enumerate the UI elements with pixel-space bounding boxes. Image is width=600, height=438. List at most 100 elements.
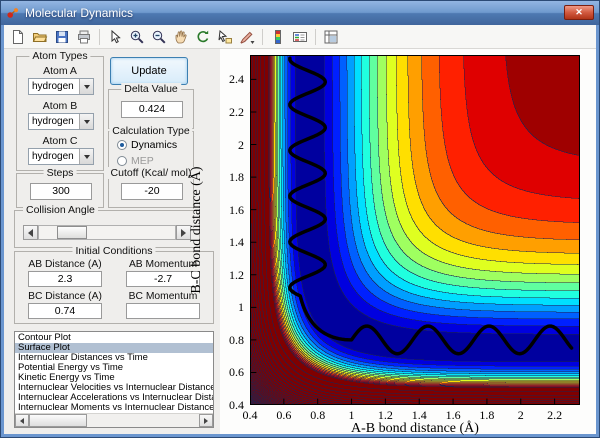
list-item[interactable]: Internuclear Distances vs Time <box>15 353 213 363</box>
print-figure-button[interactable] <box>74 27 94 47</box>
data-cursor-button[interactable] <box>215 27 235 47</box>
y-tick-label: 1.8 <box>215 171 244 183</box>
rotate-3d-button[interactable] <box>193 27 213 47</box>
toolbar-separator <box>99 29 100 45</box>
y-tick-label: 0.6 <box>215 366 244 378</box>
scrollbar-thumb[interactable] <box>29 414 87 427</box>
radio-icon[interactable] <box>117 140 127 150</box>
pan-icon <box>173 29 189 45</box>
slider-thumb[interactable] <box>57 226 87 239</box>
save-figure-icon <box>54 29 70 45</box>
y-tick-label: 2.4 <box>215 73 244 85</box>
atom-b-label: Atom B <box>17 100 103 112</box>
list-item[interactable]: Contour Plot <box>15 333 213 343</box>
y-tick-label: 0.8 <box>215 334 244 346</box>
y-tick-label: 1 <box>215 301 244 313</box>
pan-button[interactable] <box>171 27 191 47</box>
slider-left-arrow[interactable] <box>23 225 38 240</box>
atom-c-dropdown-value: hydrogen <box>32 151 77 162</box>
open-file-button[interactable] <box>30 27 50 47</box>
plot-tools-icon <box>323 29 339 45</box>
x-axis-ticks: 0.40.60.811.21.41.61.822.2 <box>250 408 580 422</box>
ab-distance-input[interactable]: 2.3 <box>28 271 102 287</box>
arrow-left-icon <box>24 229 33 237</box>
atom-b-dropdown-value: hydrogen <box>32 116 77 127</box>
ab-distance-label: AB Distance (A) <box>17 259 113 270</box>
toolbar-separator <box>262 29 263 45</box>
close-icon: ✕ <box>575 7 583 18</box>
collision-angle-panel-title: Collision Angle <box>23 204 98 216</box>
radio-mep[interactable]: MEP <box>117 155 154 167</box>
insert-legend-button[interactable] <box>290 27 310 47</box>
data-cursor-icon <box>217 29 233 45</box>
atom-b-dropdown[interactable]: hydrogen <box>28 113 94 130</box>
app-window: Molecular Dynamics ✕ Atom Types Atom A h… <box>0 0 600 438</box>
insert-legend-icon <box>292 29 308 45</box>
list-item[interactable]: Internuclear Accelerations vs Internucle… <box>15 393 213 403</box>
listbox-horizontal-scrollbar[interactable] <box>15 413 213 427</box>
plot-type-listbox[interactable]: Contour PlotSurface PlotInternuclear Dis… <box>14 331 214 428</box>
new-figure-icon <box>10 29 26 45</box>
steps-panel: Steps 300 <box>16 173 104 208</box>
zoom-in-button[interactable] <box>127 27 147 47</box>
edit-plot-button[interactable] <box>105 27 125 47</box>
atom-a-dropdown[interactable]: hydrogen <box>28 78 94 95</box>
bc-distance-label: BC Distance (A) <box>17 291 113 302</box>
chevron-down-icon[interactable] <box>79 114 93 129</box>
titlebar[interactable]: Molecular Dynamics ✕ <box>1 1 599 25</box>
plot-tools-button[interactable] <box>321 27 341 47</box>
arrow-left-icon <box>16 418 24 424</box>
chevron-down-icon[interactable] <box>79 79 93 94</box>
chevron-down-icon[interactable] <box>79 149 93 164</box>
atom-c-dropdown[interactable]: hydrogen <box>28 148 94 165</box>
atom-a-label: Atom A <box>17 65 103 77</box>
scrollbar-right-arrow[interactable] <box>199 414 213 427</box>
close-button[interactable]: ✕ <box>564 5 594 20</box>
new-figure-button[interactable] <box>8 27 28 47</box>
radio-dynamics-label: Dynamics <box>131 139 177 151</box>
arrow-right-icon <box>204 418 212 424</box>
bc-distance-input[interactable]: 0.74 <box>28 303 102 319</box>
list-item[interactable]: Surface Plot <box>15 343 213 353</box>
y-axis-label: B-C bond distance (Å) <box>188 55 206 405</box>
zoom-in-icon <box>129 29 145 45</box>
brush-button[interactable] <box>237 27 257 47</box>
list-item[interactable]: Internuclear Moments vs Internuclear Dis… <box>15 403 213 413</box>
insert-colorbar-icon <box>270 29 286 45</box>
y-tick-label: 1.6 <box>215 204 244 216</box>
collision-angle-panel: Collision Angle <box>14 210 200 248</box>
atom-types-panel-title: Atom Types <box>29 50 90 62</box>
radio-icon[interactable] <box>117 156 127 166</box>
scrollbar-left-arrow[interactable] <box>15 414 29 427</box>
y-axis-ticks: 0.40.60.811.21.41.61.822.22.4 <box>218 55 247 405</box>
collision-angle-slider[interactable] <box>23 225 191 240</box>
slider-track[interactable] <box>38 225 176 240</box>
initial-conditions-panel-title: Initial Conditions <box>72 245 155 257</box>
steps-input[interactable]: 300 <box>30 183 92 200</box>
radio-dynamics[interactable]: Dynamics <box>117 139 177 151</box>
zoom-out-button[interactable] <box>149 27 169 47</box>
update-button[interactable]: Update <box>110 57 188 85</box>
print-figure-icon <box>76 29 92 45</box>
brush-icon <box>239 29 255 45</box>
list-item[interactable]: Internuclear Velocities vs Internuclear … <box>15 383 213 393</box>
insert-colorbar-button[interactable] <box>268 27 288 47</box>
open-file-icon <box>32 29 48 45</box>
toolbar-separator <box>315 29 316 45</box>
delta-value-panel-title: Delta Value <box>121 83 181 95</box>
zoom-out-icon <box>151 29 167 45</box>
pes-contour-plot-canvas[interactable] <box>250 55 580 405</box>
app-icon <box>6 6 20 20</box>
calculation-type-panel-title: Calculation Type <box>109 125 192 137</box>
window-title: Molecular Dynamics <box>25 6 133 20</box>
atom-a-dropdown-value: hydrogen <box>32 81 77 92</box>
atom-types-panel: Atom Types Atom A hydrogen Atom B hydrog… <box>16 56 104 171</box>
y-tick-label: 1.4 <box>215 236 244 248</box>
list-item[interactable]: Kinetic Energy vs Time <box>15 373 213 383</box>
window-frame: Atom Types Atom A hydrogen Atom B hydrog… <box>1 25 599 437</box>
cutoff-input[interactable]: -20 <box>121 183 183 200</box>
delta-value-input[interactable]: 0.424 <box>121 101 183 118</box>
radio-mep-label: MEP <box>131 155 154 167</box>
save-figure-button[interactable] <box>52 27 72 47</box>
list-item[interactable]: Potential Energy vs Time <box>15 363 213 373</box>
